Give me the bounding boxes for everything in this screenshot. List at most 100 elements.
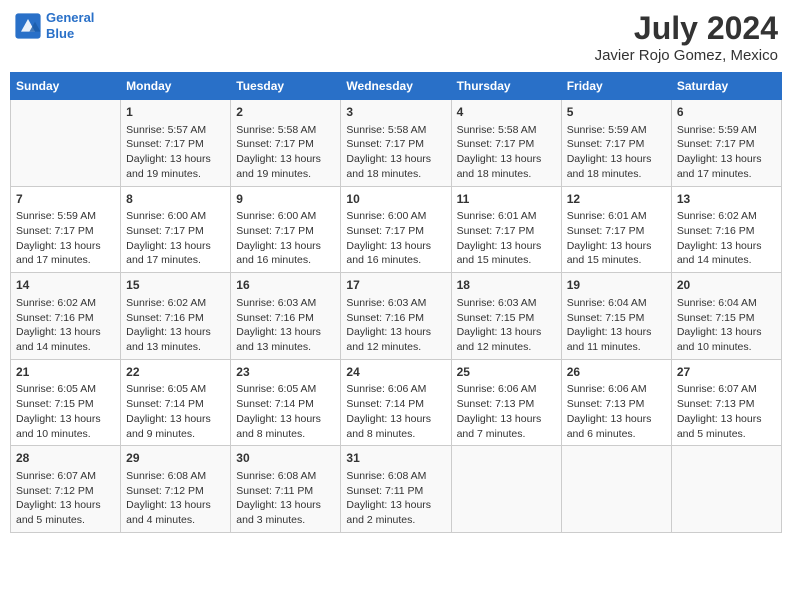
day-info: Sunrise: 6:02 AM Sunset: 7:16 PM Dayligh… (677, 209, 776, 268)
day-info: Sunrise: 6:01 AM Sunset: 7:17 PM Dayligh… (567, 209, 666, 268)
day-number: 9 (236, 191, 335, 208)
calendar-cell: 2 Sunrise: 5:58 AM Sunset: 7:17 PM Daylig… (231, 100, 341, 187)
day-number: 4 (457, 104, 556, 121)
day-number: 15 (126, 277, 225, 294)
calendar-cell: 22Sunrise: 6:05 AM Sunset: 7:14 PM Dayli… (121, 359, 231, 446)
day-number: 3 (346, 104, 445, 121)
header-cell-sunday: Sunday (11, 73, 121, 100)
header-cell-thursday: Thursday (451, 73, 561, 100)
day-info: Sunrise: 6:00 AM Sunset: 7:17 PM Dayligh… (346, 209, 445, 268)
page-header: General Blue July 2024 Javier Rojo Gomez… (10, 10, 782, 64)
day-info: Sunrise: 5:58 AM Sunset: 7:17 PM Dayligh… (346, 123, 445, 182)
day-number: 26 (567, 364, 666, 381)
logo-icon (14, 12, 42, 40)
calendar-cell: 21Sunrise: 6:05 AM Sunset: 7:15 PM Dayli… (11, 359, 121, 446)
day-number: 11 (457, 191, 556, 208)
day-number: 2 (236, 104, 335, 121)
day-info: Sunrise: 5:58 AM Sunset: 7:17 PM Dayligh… (457, 123, 556, 182)
day-info: Sunrise: 6:05 AM Sunset: 7:15 PM Dayligh… (16, 382, 115, 441)
day-info: Sunrise: 6:04 AM Sunset: 7:15 PM Dayligh… (677, 296, 776, 355)
calendar-cell: 12Sunrise: 6:01 AM Sunset: 7:17 PM Dayli… (561, 186, 671, 273)
header-cell-friday: Friday (561, 73, 671, 100)
day-number: 29 (126, 450, 225, 467)
day-info: Sunrise: 5:59 AM Sunset: 7:17 PM Dayligh… (16, 209, 115, 268)
day-number: 22 (126, 364, 225, 381)
day-info: Sunrise: 6:02 AM Sunset: 7:16 PM Dayligh… (16, 296, 115, 355)
calendar-cell: 3 Sunrise: 5:58 AM Sunset: 7:17 PM Daylig… (341, 100, 451, 187)
week-row-4: 21Sunrise: 6:05 AM Sunset: 7:15 PM Dayli… (11, 359, 782, 446)
day-number: 1 (126, 104, 225, 121)
calendar-cell: 25Sunrise: 6:06 AM Sunset: 7:13 PM Dayli… (451, 359, 561, 446)
day-info: Sunrise: 5:58 AM Sunset: 7:17 PM Dayligh… (236, 123, 335, 182)
calendar-cell: 28 Sunrise: 6:07 AM Sunset: 7:12 PM Dayli… (11, 446, 121, 533)
week-row-2: 7Sunrise: 5:59 AM Sunset: 7:17 PM Daylig… (11, 186, 782, 273)
calendar-cell (671, 446, 781, 533)
day-number: 10 (346, 191, 445, 208)
calendar-cell (11, 100, 121, 187)
logo-text: General Blue (46, 10, 94, 41)
day-info: Sunrise: 6:02 AM Sunset: 7:16 PM Dayligh… (126, 296, 225, 355)
header-cell-saturday: Saturday (671, 73, 781, 100)
day-info: Sunrise: 6:01 AM Sunset: 7:17 PM Dayligh… (457, 209, 556, 268)
day-info: Sunrise: 6:08 AM Sunset: 7:11 PM Dayligh… (236, 469, 335, 528)
calendar-cell: 15 Sunrise: 6:02 AM Sunset: 7:16 PM Dayli… (121, 273, 231, 360)
day-number: 31 (346, 450, 445, 467)
day-number: 19 (567, 277, 666, 294)
day-info: Sunrise: 6:03 AM Sunset: 7:16 PM Dayligh… (236, 296, 335, 355)
day-number: 5 (567, 104, 666, 121)
day-info: Sunrise: 6:06 AM Sunset: 7:13 PM Dayligh… (457, 382, 556, 441)
week-row-1: 1 Sunrise: 5:57 AM Sunset: 7:17 PM Daylig… (11, 100, 782, 187)
day-number: 23 (236, 364, 335, 381)
calendar-cell: 11Sunrise: 6:01 AM Sunset: 7:17 PM Dayli… (451, 186, 561, 273)
header-cell-wednesday: Wednesday (341, 73, 451, 100)
calendar-cell: 16 Sunrise: 6:03 AM Sunset: 7:16 PM Dayli… (231, 273, 341, 360)
calendar-cell: 10Sunrise: 6:00 AM Sunset: 7:17 PM Dayli… (341, 186, 451, 273)
day-info: Sunrise: 6:06 AM Sunset: 7:14 PM Dayligh… (346, 382, 445, 441)
calendar-cell: 14 Sunrise: 6:02 AM Sunset: 7:16 PM Dayli… (11, 273, 121, 360)
day-info: Sunrise: 6:00 AM Sunset: 7:17 PM Dayligh… (126, 209, 225, 268)
day-info: Sunrise: 5:59 AM Sunset: 7:17 PM Dayligh… (567, 123, 666, 182)
day-number: 6 (677, 104, 776, 121)
day-number: 12 (567, 191, 666, 208)
day-info: Sunrise: 6:03 AM Sunset: 7:16 PM Dayligh… (346, 296, 445, 355)
calendar-cell: 13Sunrise: 6:02 AM Sunset: 7:16 PM Dayli… (671, 186, 781, 273)
day-info: Sunrise: 6:08 AM Sunset: 7:12 PM Dayligh… (126, 469, 225, 528)
day-number: 18 (457, 277, 556, 294)
calendar-cell (561, 446, 671, 533)
day-info: Sunrise: 6:05 AM Sunset: 7:14 PM Dayligh… (236, 382, 335, 441)
logo-line2: Blue (46, 26, 74, 41)
day-number: 16 (236, 277, 335, 294)
calendar-cell: 6Sunrise: 5:59 AM Sunset: 7:17 PM Daylig… (671, 100, 781, 187)
day-info: Sunrise: 6:07 AM Sunset: 7:13 PM Dayligh… (677, 382, 776, 441)
calendar-cell: 1 Sunrise: 5:57 AM Sunset: 7:17 PM Daylig… (121, 100, 231, 187)
day-info: Sunrise: 5:57 AM Sunset: 7:17 PM Dayligh… (126, 123, 225, 182)
day-info: Sunrise: 6:03 AM Sunset: 7:15 PM Dayligh… (457, 296, 556, 355)
day-number: 27 (677, 364, 776, 381)
day-number: 8 (126, 191, 225, 208)
calendar-cell: 27Sunrise: 6:07 AM Sunset: 7:13 PM Dayli… (671, 359, 781, 446)
page-title: July 2024 (595, 10, 778, 47)
title-block: July 2024 Javier Rojo Gomez, Mexico (595, 10, 778, 64)
calendar-cell: 29 Sunrise: 6:08 AM Sunset: 7:12 PM Dayli… (121, 446, 231, 533)
calendar-cell: 4 Sunrise: 5:58 AM Sunset: 7:17 PM Daylig… (451, 100, 561, 187)
header-row: SundayMondayTuesdayWednesdayThursdayFrid… (11, 73, 782, 100)
calendar-cell: 18 Sunrise: 6:03 AM Sunset: 7:15 PM Dayli… (451, 273, 561, 360)
header-cell-monday: Monday (121, 73, 231, 100)
calendar-table: SundayMondayTuesdayWednesdayThursdayFrid… (10, 72, 782, 533)
calendar-cell: 31Sunrise: 6:08 AM Sunset: 7:11 PM Dayli… (341, 446, 451, 533)
day-number: 28 (16, 450, 115, 467)
calendar-cell: 20Sunrise: 6:04 AM Sunset: 7:15 PM Dayli… (671, 273, 781, 360)
calendar-cell: 8Sunrise: 6:00 AM Sunset: 7:17 PM Daylig… (121, 186, 231, 273)
calendar-cell: 5 Sunrise: 5:59 AM Sunset: 7:17 PM Daylig… (561, 100, 671, 187)
day-info: Sunrise: 6:04 AM Sunset: 7:15 PM Dayligh… (567, 296, 666, 355)
calendar-cell: 19 Sunrise: 6:04 AM Sunset: 7:15 PM Dayli… (561, 273, 671, 360)
logo-line1: General (46, 10, 94, 25)
day-number: 25 (457, 364, 556, 381)
day-info: Sunrise: 6:07 AM Sunset: 7:12 PM Dayligh… (16, 469, 115, 528)
day-number: 14 (16, 277, 115, 294)
day-number: 21 (16, 364, 115, 381)
calendar-cell: 24Sunrise: 6:06 AM Sunset: 7:14 PM Dayli… (341, 359, 451, 446)
calendar-cell: 26Sunrise: 6:06 AM Sunset: 7:13 PM Dayli… (561, 359, 671, 446)
calendar-cell: 7Sunrise: 5:59 AM Sunset: 7:17 PM Daylig… (11, 186, 121, 273)
calendar-cell: 9Sunrise: 6:00 AM Sunset: 7:17 PM Daylig… (231, 186, 341, 273)
